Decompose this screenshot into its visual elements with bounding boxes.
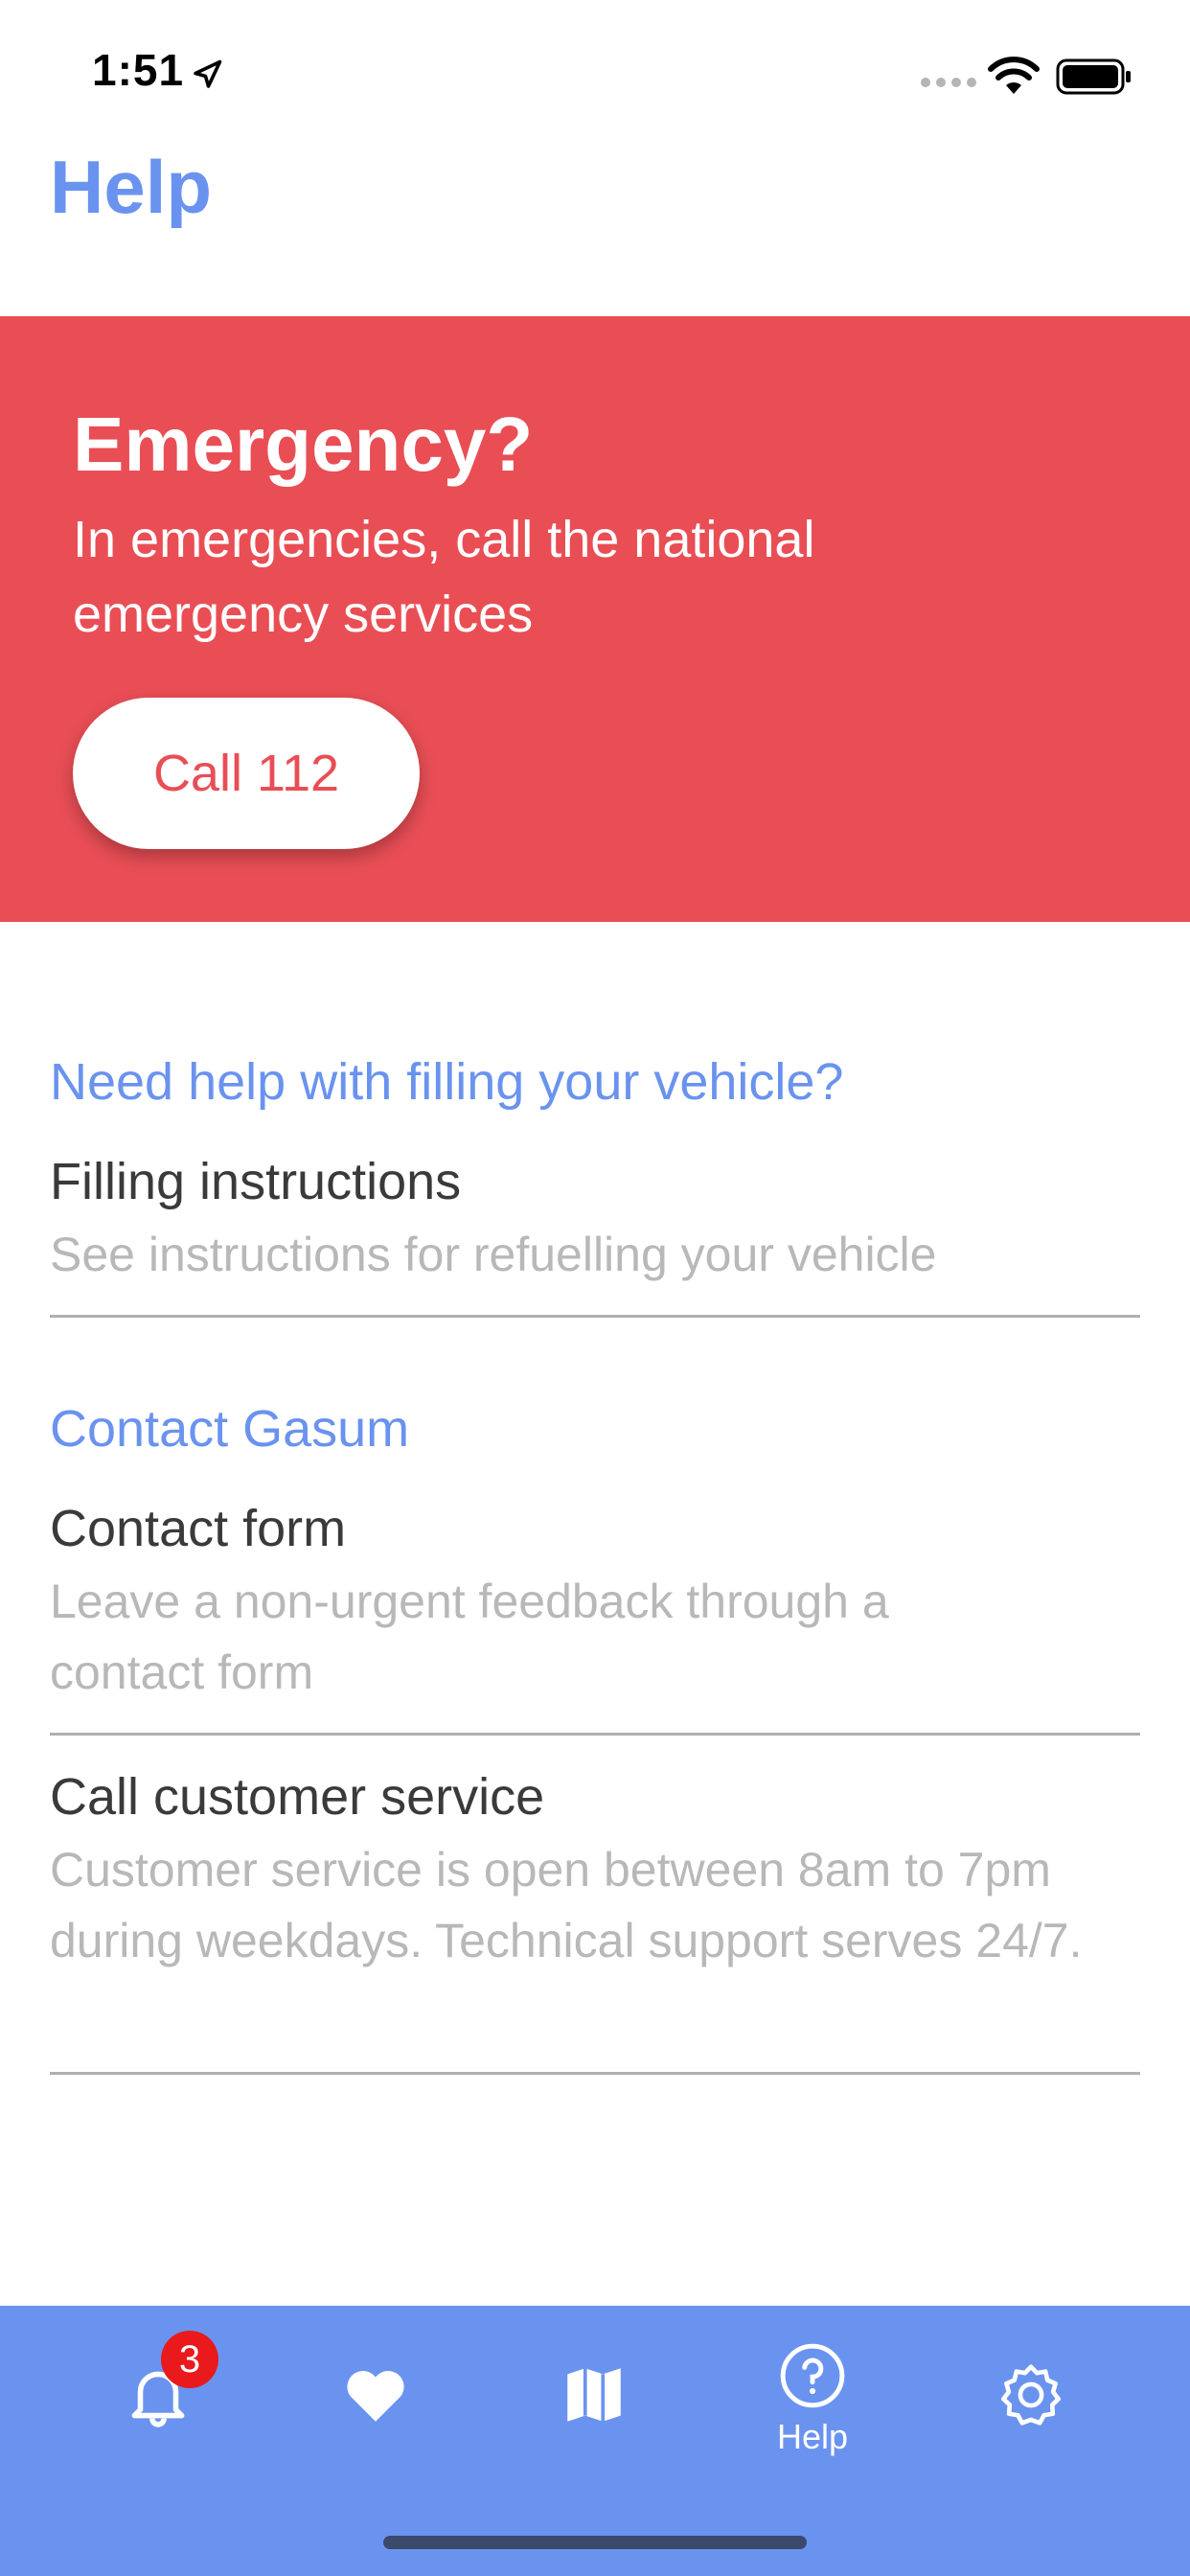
section-heading-contact: Contact Gasum [50, 1400, 410, 1458]
item-description: See instructions for refuelling your veh… [50, 1228, 937, 1281]
wifi-icon [988, 57, 1040, 94]
location-arrow-icon [194, 59, 222, 88]
emergency-description: In emergencies, call the national emerge… [73, 511, 815, 643]
tab-help[interactable]: Help [755, 2340, 870, 2484]
battery-icon [1056, 58, 1131, 95]
item-title: Call customer service [50, 1768, 545, 1826]
divider [50, 1315, 1140, 1318]
cellular-signal-icon [921, 78, 976, 87]
divider [50, 1733, 1140, 1736]
tab-map[interactable] [537, 2340, 652, 2484]
call-customer-service-item[interactable]: Call customer service Customer service i… [0, 1746, 1190, 2072]
home-indicator [383, 2536, 807, 2549]
item-title: Filling instructions [50, 1153, 462, 1210]
item-description: Leave a non-urgent feedback through a co… [50, 1575, 889, 1699]
tab-favorites[interactable] [318, 2340, 433, 2484]
tab-bar: 3 Help [0, 2306, 1190, 2576]
help-circle-icon [780, 2343, 845, 2408]
item-title: Contact form [50, 1500, 347, 1557]
status-time: 1:51 [92, 45, 185, 95]
emergency-title: Emergency? [73, 402, 534, 487]
tab-help-label: Help [776, 2417, 849, 2456]
item-description: Customer service is open between 8am to … [50, 1843, 1083, 1967]
section-heading-filling: Need help with filling your vehicle? [50, 1053, 844, 1111]
contact-form-item[interactable]: Contact form Leave a non-urgent feedback… [0, 1478, 1190, 1731]
page-title: Help [50, 145, 213, 229]
notifications-badge: 3 [161, 2331, 218, 2388]
map-icon [567, 2368, 621, 2422]
gear-icon [1001, 2364, 1061, 2426]
heart-icon [347, 2371, 404, 2422]
filling-instructions-item[interactable]: Filling instructions See instructions fo… [0, 1131, 1190, 1319]
tab-settings[interactable] [973, 2340, 1088, 2484]
divider [50, 2072, 1140, 2075]
emergency-banner: Emergency? In emergencies, call the nati… [0, 316, 1190, 922]
call-112-button[interactable]: Call 112 [73, 698, 420, 849]
